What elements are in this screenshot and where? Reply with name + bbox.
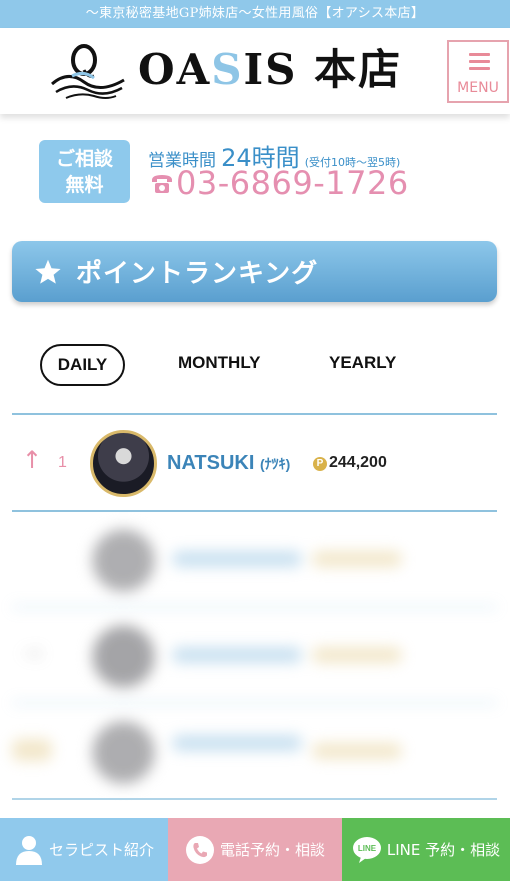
star-icon [35,259,61,284]
logo-suffix: IS 本店 [243,45,403,94]
phone-icon [152,175,172,193]
logo-accent-letter: S [211,45,244,94]
person-icon [15,835,42,865]
menu-button[interactable]: MENU [447,40,509,103]
trend-up-icon: ↑ [22,446,43,474]
tab-monthly[interactable]: MONTHLY [178,353,261,373]
ranking-title: ポイントランキング [76,259,319,289]
avatar [90,527,157,594]
menu-icon [469,53,490,71]
therapist-name-kana: (ﾅﾂｷ) [259,456,291,472]
trend-flat-icon: → [22,639,43,667]
ranking-row[interactable]: ↑ 1 NATSUKI (ﾅﾂｷ) P 244,200 [12,416,497,511]
blurred-name [172,647,302,663]
blurred-badge [12,739,52,761]
blurred-points [312,647,402,663]
avatar [90,623,157,690]
logo-prefix: OA [138,45,212,94]
tab-daily[interactable]: DAILY [40,344,125,386]
blurred-points [312,551,402,567]
blurred-name [172,735,302,751]
site-header: OASIS 本店 MENU [0,28,510,114]
site-logo-text[interactable]: OASIS 本店 [138,44,402,96]
divider [12,606,497,608]
divider [12,413,497,415]
menu-label: MENU [457,80,499,96]
ranking-row-blurred [12,705,497,800]
blurred-points [312,743,402,759]
ranking-row-blurred: → [12,609,497,704]
therapist-intro-button[interactable]: セラピスト紹介 [0,818,168,881]
avatar[interactable] [90,430,157,497]
line-reserve-label: LINE 予約・相談 [386,841,501,859]
phone-icon [185,835,214,864]
phone-reserve-button[interactable]: 電話予約・相談 [168,818,342,881]
top-banner: 〜東京秘密基地GP姉妹店〜女性用風俗【オアシス本店】 [0,0,510,28]
therapist-name[interactable]: NATSUKI (ﾅﾂｷ) [167,452,290,475]
divider [12,798,497,800]
therapist-intro-label: セラピスト紹介 [48,841,154,859]
line-icon: LINE [352,836,381,863]
phone-reserve-label: 電話予約・相談 [219,841,325,859]
free-consultation-badge[interactable]: ご相談 無料 [39,140,130,203]
points-icon: P [313,457,327,471]
phone-number-link[interactable]: 03-6869-1726 [148,164,409,202]
tab-yearly[interactable]: YEARLY [329,353,396,373]
consult-line2: 無料 [65,174,104,196]
avatar [90,719,157,786]
divider [12,510,497,512]
consult-line1: ご相談 [55,148,113,170]
divider [12,702,497,704]
svg-text:LINE: LINE [358,844,377,853]
ranking-row-blurred [12,513,497,608]
rank-number: 1 [58,454,67,471]
points-value: P 244,200 [313,454,387,472]
ranking-header: ポイントランキング [12,241,497,302]
line-reserve-button[interactable]: LINE LINE 予約・相談 [342,818,510,881]
logo-icon[interactable] [48,40,128,102]
footer-action-bar: セラピスト紹介 電話予約・相談 LINE LINE 予約・相談 [0,818,510,881]
blurred-name [172,551,302,567]
phone-number: 03-6869-1726 [176,164,409,202]
